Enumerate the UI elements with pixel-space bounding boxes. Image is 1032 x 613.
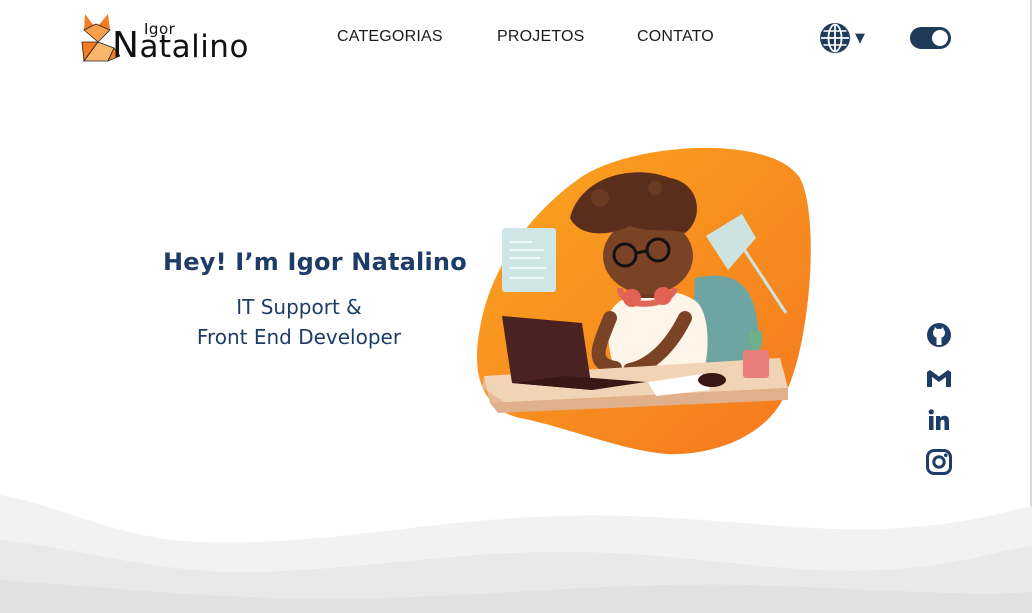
nav-contact[interactable]: CONTATO	[637, 28, 714, 46]
gmail-icon[interactable]	[924, 363, 954, 393]
chevron-down-icon: ▼	[855, 31, 865, 46]
dark-mode-toggle[interactable]	[910, 27, 951, 49]
linkedin-icon[interactable]	[924, 405, 954, 435]
background-waves	[0, 495, 1032, 613]
hero-subtitle-line1: IT Support &	[236, 295, 362, 319]
github-icon[interactable]	[924, 320, 954, 350]
instagram-icon[interactable]	[924, 447, 954, 477]
developer-illustration	[476, 147, 811, 455]
language-selector[interactable]: ▼	[819, 22, 869, 54]
nav-categories[interactable]: CATEGORIAS	[337, 28, 443, 46]
brand-logo[interactable]: Igor Natalino	[80, 12, 248, 66]
hero-subtitle-line2: Front End Developer	[196, 325, 402, 349]
logo-big-text: Natalino	[112, 26, 249, 67]
toggle-knob	[932, 30, 948, 46]
globe-icon	[820, 23, 850, 53]
nav-projects[interactable]: PROJETOS	[497, 28, 585, 46]
hero-title: Hey! I’m Igor Natalino	[163, 248, 467, 276]
logo-rest: atalino	[139, 29, 249, 65]
logo-initial: N	[112, 25, 140, 66]
hero-subtitle: IT Support & Front End Developer	[163, 292, 435, 352]
